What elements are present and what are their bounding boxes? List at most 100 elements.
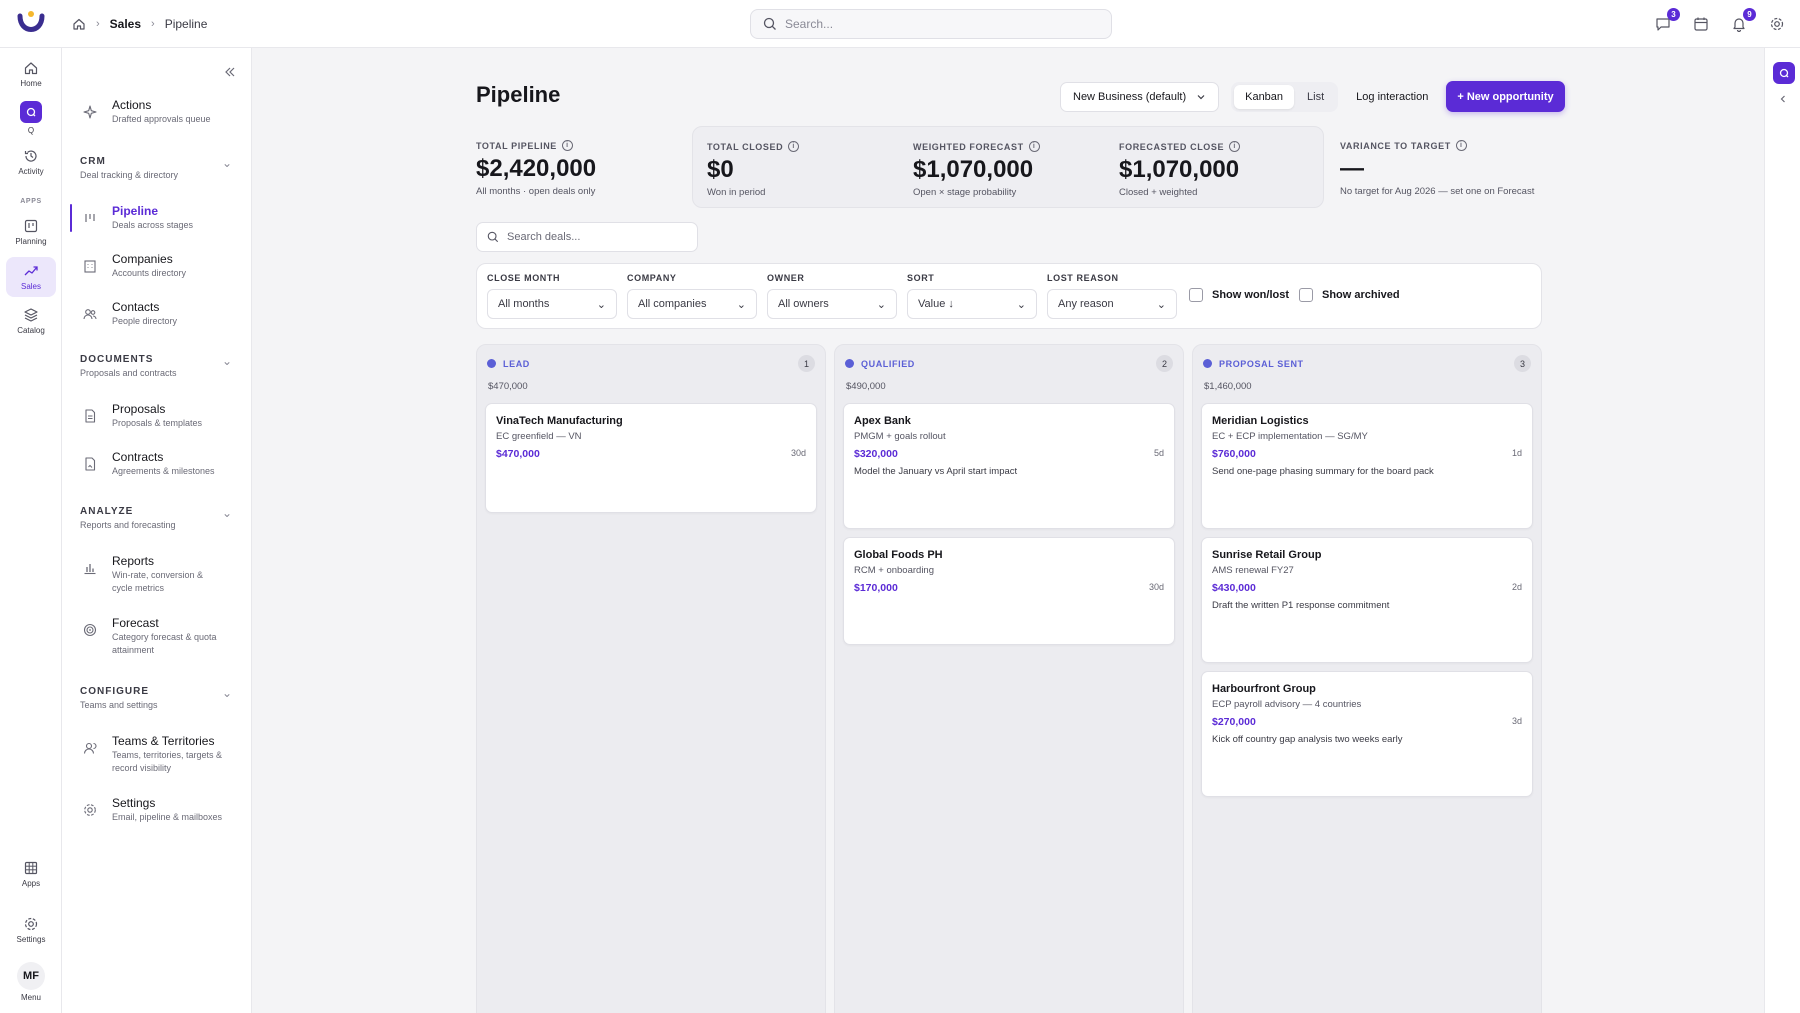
- nav-item-contacts[interactable]: Contacts People directory: [70, 296, 246, 332]
- stat-forecasted-close: FORECASTED CLOSE i $1,070,000 Closed + we…: [1119, 127, 1241, 209]
- rail-catalog[interactable]: Catalog: [6, 301, 56, 341]
- rail-activity-label: Activity: [18, 167, 44, 176]
- filter-company-select[interactable]: All companies ⌄: [627, 289, 757, 319]
- rail-q[interactable]: Q: [6, 98, 56, 138]
- rail-settings[interactable]: Settings: [6, 910, 56, 950]
- deal-card[interactable]: Apex Bank PMGM + goals rollout $320,000 5…: [843, 403, 1175, 529]
- nav-item-contracts[interactable]: Contracts Agreements & milestones: [70, 446, 246, 482]
- view-list-tab[interactable]: List: [1296, 85, 1335, 109]
- assistant-button[interactable]: [1773, 62, 1795, 84]
- settings-button[interactable]: [1766, 13, 1788, 35]
- rail-sales[interactable]: Sales: [6, 257, 56, 297]
- nav-contracts-title: Contracts: [112, 450, 164, 464]
- column-count: 2: [1156, 355, 1173, 372]
- nav-item-forecast[interactable]: Forecast Category forecast & quota attain…: [70, 612, 246, 661]
- global-search[interactable]: [750, 9, 1112, 39]
- assistant-panel-edge: [1764, 48, 1800, 1013]
- filter-close-month-label: CLOSE MONTH: [487, 273, 561, 283]
- info-icon[interactable]: i: [1229, 141, 1241, 152]
- collapse-sidebar-icon[interactable]: [222, 64, 238, 80]
- rail-menu[interactable]: MF Menu: [6, 956, 56, 1008]
- nav-item-teams-territories[interactable]: Teams & Territories Teams, territories, t…: [70, 730, 246, 779]
- nav-teams-sub: Teams, territories, targets & record vis…: [112, 750, 223, 773]
- deal-card[interactable]: Sunrise Retail Group AMS renewal FY27 $4…: [1201, 537, 1533, 663]
- deal-card[interactable]: Harbourfront Group ECP payroll advisory …: [1201, 671, 1533, 797]
- breadcrumb-sales[interactable]: Sales: [110, 17, 141, 31]
- nav-settings-title: Settings: [112, 796, 156, 810]
- filter-sort-value: Value ↓: [918, 298, 954, 310]
- deal-card[interactable]: Meridian Logistics EC + ECP implementati…: [1201, 403, 1533, 529]
- log-interaction-button[interactable]: Log interaction: [1350, 91, 1434, 103]
- deal-age: 30d: [1148, 582, 1164, 592]
- filter-sort-select[interactable]: Value ↓ ⌄: [907, 289, 1037, 319]
- rail-home[interactable]: Home: [6, 54, 56, 94]
- nav-settings-sub: Email, pipeline & mailboxes: [112, 812, 223, 822]
- deal-value: $760,000: [1212, 448, 1256, 460]
- chevron-down-icon[interactable]: ⌄: [222, 156, 232, 170]
- deal-next-step: Send one-page phasing summary for the bo…: [1212, 466, 1434, 477]
- deal-search[interactable]: [476, 222, 698, 252]
- stat-total-closed-value: $0: [707, 156, 734, 183]
- nav-section-documents[interactable]: DOCUMENTS Proposals and contracts ⌄: [80, 354, 232, 378]
- app-logo-icon[interactable]: [16, 8, 46, 40]
- stat-total-pipeline-note: All months · open deals only: [476, 186, 596, 197]
- info-icon[interactable]: i: [788, 141, 800, 152]
- grid-icon: [24, 861, 38, 875]
- deal-card[interactable]: VinaTech Manufacturing EC greenfield — V…: [485, 403, 817, 513]
- pipeline-select[interactable]: New Business (default): [1060, 81, 1220, 112]
- messages-button[interactable]: 3: [1652, 8, 1680, 35]
- chevron-right-icon: ›: [151, 18, 155, 30]
- rail-apps[interactable]: Apps: [6, 854, 56, 894]
- nav-section-crm[interactable]: CRM Deal tracking & directory ⌄: [80, 156, 232, 180]
- checkbox-box[interactable]: [1189, 288, 1203, 302]
- nav-item-actions[interactable]: Actions Drafted approvals queue: [70, 94, 246, 130]
- home-icon[interactable]: [72, 17, 86, 31]
- nav-section-configure[interactable]: CONFIGURE Teams and settings ⌄: [80, 686, 232, 710]
- nav-item-companies[interactable]: Companies Accounts directory: [70, 248, 246, 284]
- search-icon: [763, 17, 776, 30]
- nav-item-proposals[interactable]: Proposals Proposals & templates: [70, 398, 246, 434]
- rail-activity[interactable]: Activity: [6, 142, 56, 182]
- chevron-down-icon[interactable]: ⌄: [222, 506, 232, 520]
- show-won-lost-label: Show won/lost: [1212, 289, 1289, 301]
- info-icon[interactable]: i: [1028, 141, 1040, 152]
- nav-item-settings[interactable]: Settings Email, pipeline & mailboxes: [70, 792, 246, 828]
- deal-subtitle: EC greenfield — VN: [496, 431, 582, 442]
- chevron-down-icon[interactable]: ⌄: [222, 686, 232, 700]
- new-opportunity-button[interactable]: + New opportunity: [1446, 81, 1565, 112]
- nav-actions-title: Actions: [112, 98, 152, 112]
- view-kanban-tab[interactable]: Kanban: [1234, 84, 1295, 109]
- stat-total-closed: TOTAL CLOSED i $0 Won in period: [707, 127, 800, 209]
- deal-next-step: Draft the written P1 response commitment: [1212, 600, 1390, 611]
- stat-forecasted-close-label: FORECASTED CLOSE: [1119, 141, 1225, 152]
- checkbox-box[interactable]: [1299, 288, 1313, 302]
- nav-reports-sub: Win-rate, conversion & cycle metrics: [112, 570, 204, 593]
- show-won-lost-checkbox[interactable]: Show won/lost: [1189, 288, 1289, 302]
- calendar-icon: [1694, 17, 1708, 31]
- global-search-input[interactable]: [785, 17, 1085, 31]
- show-archived-checkbox[interactable]: Show archived: [1299, 288, 1400, 302]
- nav-section-analyze[interactable]: ANALYZE Reports and forecasting ⌄: [80, 506, 232, 530]
- chevron-down-icon: ⌄: [736, 298, 746, 311]
- chevron-down-icon[interactable]: ⌄: [222, 354, 232, 368]
- deal-search-input[interactable]: [507, 231, 687, 243]
- deal-card[interactable]: Global Foods PH RCM + onboarding $170,00…: [843, 537, 1175, 645]
- nav-pipeline-sub: Deals across stages: [112, 220, 194, 230]
- nav-teams-title: Teams & Territories: [112, 734, 215, 748]
- nav-item-pipeline[interactable]: Pipeline Deals across stages: [70, 200, 246, 236]
- rail-planning[interactable]: Planning: [6, 212, 56, 252]
- calendar-button[interactable]: [1690, 13, 1712, 35]
- filter-close-month-select[interactable]: All months ⌄: [487, 289, 617, 319]
- filter-lost-reason-label: LOST REASON: [1047, 273, 1119, 283]
- nav-item-reports[interactable]: Reports Win-rate, conversion & cycle metr…: [70, 550, 246, 599]
- deal-name: Meridian Logistics: [1212, 415, 1309, 427]
- notifications-button[interactable]: 9: [1728, 8, 1756, 35]
- info-icon[interactable]: i: [1455, 140, 1467, 151]
- q-assistant-icon: [20, 101, 42, 123]
- filter-owner-select[interactable]: All owners ⌄: [767, 289, 897, 319]
- filter-lost-reason-select[interactable]: Any reason ⌄: [1047, 289, 1177, 319]
- deal-name: Harbourfront Group: [1212, 683, 1316, 695]
- info-icon[interactable]: i: [561, 140, 573, 151]
- chevron-left-icon[interactable]: [1778, 94, 1788, 104]
- deal-subtitle: PMGM + goals rollout: [854, 431, 946, 442]
